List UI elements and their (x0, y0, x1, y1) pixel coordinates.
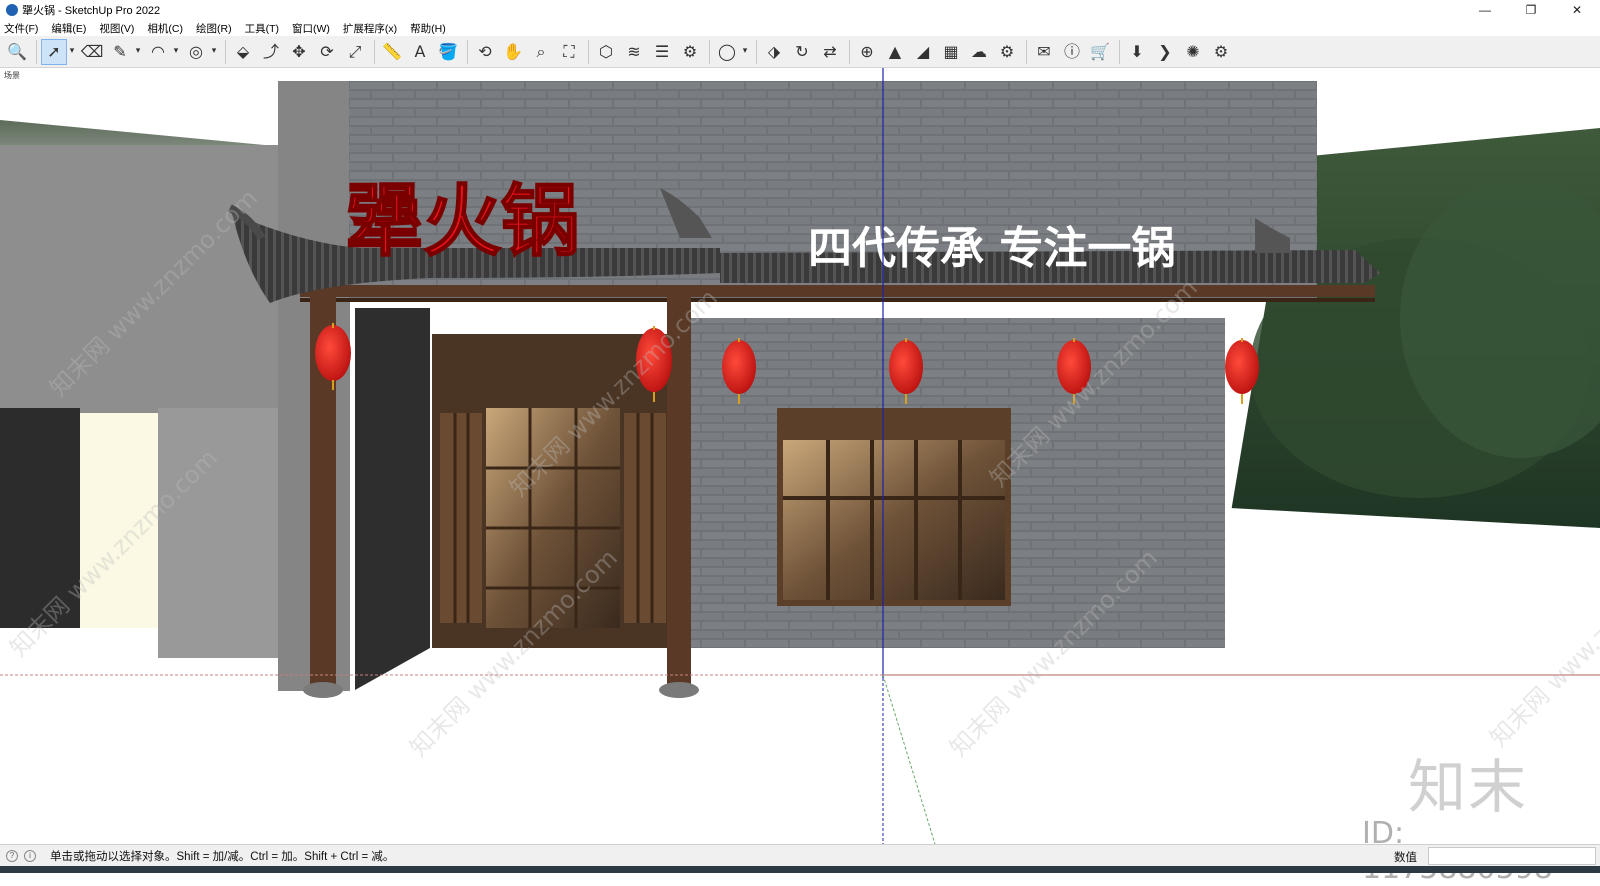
toolbar-separator (467, 39, 468, 64)
extension-warehouse-icon[interactable]: ≋ (621, 39, 647, 65)
follow-me-icon[interactable]: ⤴ (258, 39, 284, 65)
toolbar-separator (588, 39, 589, 64)
menu-camera[interactable]: 相机(C) (147, 21, 183, 36)
toolbar-separator (709, 39, 710, 64)
plugin-a-icon[interactable]: ⬗ (761, 39, 787, 65)
sign-slogan-text: 四代传承 专注一锅 (808, 223, 1175, 274)
checker-icon[interactable]: ▦ (938, 39, 964, 65)
info-icon[interactable]: ⓘ (1059, 39, 1085, 65)
menu-file[interactable]: 文件(F) (4, 21, 38, 36)
zoom-window-icon[interactable]: 🔍 (4, 39, 30, 65)
scene-tab[interactable]: 场景 (4, 70, 20, 81)
shape-dropdown-icon[interactable]: ▾ (209, 39, 219, 65)
title-bar: 犟火锅 - SketchUp Pro 2022 — ❐ ✕ (0, 0, 1600, 20)
vcb-label: 数值 (1394, 852, 1417, 864)
shape-icon[interactable]: ◎ (183, 39, 209, 65)
toolbar-separator (1026, 39, 1027, 64)
settings-icon[interactable]: ⚙ (994, 39, 1020, 65)
menu-draw[interactable]: 绘图(R) (196, 21, 232, 36)
text-icon[interactable]: A (407, 39, 433, 65)
menu-extensions[interactable]: 扩展程序(x) (343, 21, 397, 36)
window-title: 犟火锅 - SketchUp Pro 2022 (22, 5, 161, 17)
layers-icon[interactable]: ☰ (649, 39, 675, 65)
menu-window[interactable]: 窗口(W) (292, 21, 330, 36)
add-icon[interactable]: ⊕ (854, 39, 880, 65)
transfer-icon[interactable]: ⇄ (817, 39, 843, 65)
zoom-extents-icon[interactable]: ⛶ (556, 39, 582, 65)
push-pull-icon[interactable]: ⬙ (230, 39, 256, 65)
status-bar: ? i 单击或拖动以选择对象。Shift = 加/减。Ctrl = 加。Shif… (0, 844, 1600, 866)
select-icon[interactable]: ➚ (41, 38, 67, 65)
pan-icon[interactable]: ✋ (500, 39, 526, 65)
arc-dropdown-icon[interactable]: ▾ (171, 39, 181, 65)
eraser-icon[interactable]: ⌫ (79, 39, 105, 65)
geolocation-icon[interactable]: ? (6, 849, 18, 862)
gear-plugin-icon[interactable]: ⚙ (1208, 39, 1234, 65)
main-toolbar: 🔍 ➚ ▾ ⌫ ✎ ▾ ◠ ▾ ◎ ▾ ⬙ ⤴ ✥ ⟳ ⤢ 📏 A 🪣 ⟲ ✋ ⌕ ⛶ ⬡ ≋ ☰ ⚙ ◯ ▾ ⬗ ↻ ⇄ ⊕ ▲ ◢ ▦ ☁ ⚙ ✉ ⓘ 🛒… (0, 36, 1600, 68)
warehouse-icon[interactable]: ⬡ (593, 39, 619, 65)
orbit-icon[interactable]: ⟲ (472, 39, 498, 65)
restore-button[interactable]: ❐ (1508, 0, 1554, 20)
tape-measure-icon[interactable]: 📏 (379, 39, 405, 65)
render-icon[interactable]: ✺ (1180, 39, 1206, 65)
minimize-button[interactable]: — (1462, 0, 1508, 20)
menu-bar: 文件(F) 编辑(E) 视图(V) 相机(C) 绘图(R) 工具(T) 窗口(W… (0, 20, 1600, 36)
rotate-icon[interactable]: ⟳ (314, 39, 340, 65)
cloud-upload-icon[interactable]: ☁ (966, 39, 992, 65)
tree-icon[interactable]: ▲ (882, 39, 908, 65)
mail-icon[interactable]: ✉ (1031, 39, 1057, 65)
account-icon[interactable]: ◯ (714, 39, 740, 65)
account-dropdown-icon[interactable]: ▾ (740, 39, 750, 65)
chevron-plugin-icon[interactable]: ❯ (1152, 39, 1178, 65)
refresh-icon[interactable]: ↻ (789, 39, 815, 65)
toolbar-separator (849, 39, 850, 64)
select-dropdown-icon[interactable]: ▾ (67, 39, 77, 65)
cart-icon[interactable]: 🛒 (1087, 39, 1113, 65)
toolbar-separator (1119, 39, 1120, 64)
toolbar-separator (36, 39, 37, 64)
info-status-icon[interactable]: i (24, 849, 36, 862)
measurements-input[interactable] (1428, 847, 1596, 865)
stairs-icon[interactable]: ◢ (910, 39, 936, 65)
sign-main-text: 犟火锅 (345, 177, 579, 267)
extension-manager-icon[interactable]: ⚙ (677, 39, 703, 65)
line-dropdown-icon[interactable]: ▾ (133, 39, 143, 65)
menu-tools[interactable]: 工具(T) (245, 21, 279, 36)
close-button[interactable]: ✕ (1554, 0, 1600, 20)
menu-help[interactable]: 帮助(H) (410, 21, 446, 36)
scene-render: 犟火锅 四代传承 专注一锅 知末网 www.znzmo.com 知末网 www.… (0, 68, 1600, 844)
menu-edit[interactable]: 编辑(E) (51, 21, 86, 36)
toolbar-separator (225, 39, 226, 64)
taskbar-edge (0, 866, 1600, 873)
paint-bucket-icon[interactable]: 🪣 (435, 39, 461, 65)
menu-view[interactable]: 视图(V) (99, 21, 134, 36)
watermark-logo: 知末 (1408, 753, 1529, 821)
toolbar-separator (374, 39, 375, 64)
toolbar-separator (756, 39, 757, 64)
move-icon[interactable]: ✥ (286, 39, 312, 65)
status-message: 单击或拖动以选择对象。Shift = 加/减。Ctrl = 加。Shift + … (50, 850, 395, 863)
arc-icon[interactable]: ◠ (145, 39, 171, 65)
zoom-icon[interactable]: ⌕ (528, 39, 554, 65)
download-icon[interactable]: ⬇ (1124, 39, 1150, 65)
sketchup-logo-icon (6, 4, 18, 16)
scale-icon[interactable]: ⤢ (342, 39, 368, 65)
pencil-icon[interactable]: ✎ (107, 39, 133, 65)
model-viewport[interactable]: 犟火锅 四代传承 专注一锅 知末网 www.znzmo.com 知末网 www.… (0, 68, 1600, 844)
window-controls: — ❐ ✕ (1462, 0, 1600, 20)
